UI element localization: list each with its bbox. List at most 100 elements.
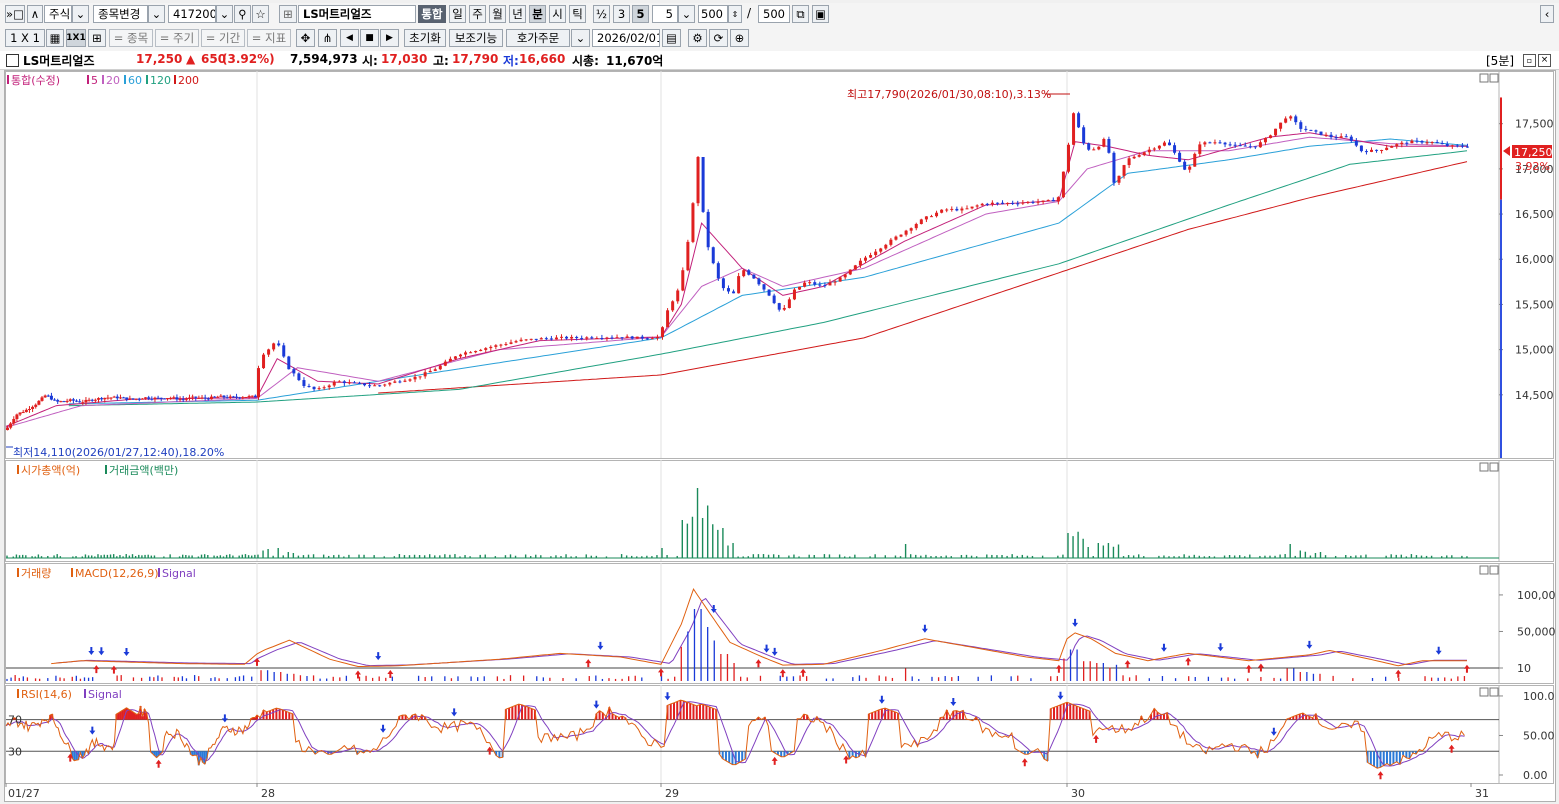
collapse-panel-button[interactable]: »□ [5,5,25,23]
legend-integrated: 통합(수정) [11,74,60,87]
candle-body [469,352,473,354]
market-select[interactable]: 주식 [44,5,72,23]
period-minute-button[interactable]: 분 [529,5,546,23]
date-input[interactable]: 2026/02/01 [592,29,660,47]
candle-body [65,400,69,402]
sell-arrow-icon [664,692,671,701]
refresh-icon[interactable]: ⟳ [709,29,728,47]
chevron-down-icon[interactable]: ⌄ [678,5,695,23]
candle-body [1142,152,1146,156]
sell-arrow-icon [451,708,458,717]
spinner-icon[interactable]: ⇕ [728,5,742,23]
half-button[interactable]: ½ [593,5,610,23]
candle-body [194,396,198,398]
candle-body [106,397,110,399]
move-icon[interactable]: ✥ [296,29,315,47]
candle-body [1117,175,1121,183]
candle-body [1168,142,1171,146]
close-icon[interactable]: × [1538,54,1551,67]
candle-body [1006,202,1010,204]
legend-swatch [84,689,86,698]
candle-body [9,423,13,428]
current-price: 17,250 [136,52,183,66]
candle-body [499,344,503,346]
chart-canvas: 17,50017,00016,50016,00015,50015,00014,5… [5,71,1559,800]
period-week-button[interactable]: 주 [469,5,486,23]
count-input[interactable]: 500 [698,5,728,23]
minute-value-input[interactable]: 5 [652,5,678,23]
interval-label: [5분] [1486,54,1515,68]
sell-arrow-icon [921,624,928,633]
candle-body [565,336,569,339]
period-tick-button[interactable]: 틱 [569,5,586,23]
period-day-button[interactable]: 일 [449,5,466,23]
chevron-down-icon[interactable]: ⌄ [72,5,89,23]
sell-arrow-icon [1306,640,1313,649]
add-window-icon[interactable]: ⧉ [792,5,809,23]
ma120-line [68,150,1468,407]
candle-body [225,397,229,399]
price-change-pct: (3.92%) [222,52,275,66]
candle-body [100,398,104,400]
search-icon[interactable]: ⚲ [234,5,251,23]
axes: 17,50017,00016,50016,00015,50015,00014,5… [5,97,1559,800]
candle-body [1324,134,1328,136]
sync-period-button[interactable]: = 주기 [155,29,199,47]
price-tick-label: 16,500 [1515,208,1554,221]
stop-icon[interactable]: ■ [360,29,379,47]
sync-indicator-button[interactable]: = 지표 [247,29,291,47]
zoom-icon[interactable]: ⋔ [318,29,337,47]
buy-arrow-icon [1055,664,1062,673]
count-separator: / [747,6,752,20]
chart-area[interactable]: 17,500 17,000 16,500 16,000 15,500 15,000 14,5… [4,70,1559,802]
calendar-icon[interactable]: ▤ [662,29,681,47]
layout-1x1-button[interactable]: 1X1 [66,29,86,47]
prev-icon[interactable]: ◀ [340,29,359,47]
sync-stock-button[interactable]: = 종목 [109,29,153,47]
minute-5-button[interactable]: 5 [632,5,649,23]
period-year-button[interactable]: 년 [509,5,526,23]
save-icon[interactable]: ▣ [812,5,829,23]
aux-function-button[interactable]: 보조기능 [449,29,503,47]
stock-code-input[interactable]: 417200 [168,5,216,23]
minute-3-button[interactable]: 3 [613,5,630,23]
candle-body [203,397,207,399]
candle-body [342,381,346,384]
grid-icon[interactable]: ▦ [46,29,64,47]
layout-select[interactable]: 1 X 1 [5,29,45,47]
reset-button[interactable]: 초기화 [404,29,446,47]
stock-change-select[interactable]: 종목변경 [93,5,148,23]
star-icon[interactable]: ☆ [252,5,269,23]
candle-body [813,282,817,285]
candle-body [945,209,949,211]
integrated-button[interactable]: 통합 [418,5,446,23]
candle-body [1319,131,1323,135]
maximize-icon[interactable]: ▫ [1523,54,1536,67]
sell-arrow-icon [89,726,96,735]
period-month-button[interactable]: 월 [489,5,506,23]
chevron-down-icon[interactable]: ⌄ [148,5,165,23]
order-button[interactable]: 호가주문 [506,29,570,47]
next-icon[interactable]: ▶ [380,29,399,47]
candle-body [1435,142,1439,144]
checkbox[interactable] [6,54,19,67]
candle-body [206,398,210,400]
candle-body [1299,122,1303,129]
candle-body [650,338,654,340]
up-arrow-button[interactable]: ∧ [27,5,43,23]
period-hour-button[interactable]: 시 [549,5,566,23]
globe-icon[interactable]: ⊕ [730,29,749,47]
chevron-down-icon[interactable]: ⌄ [571,29,590,47]
candle-body [554,337,558,340]
candle-body [1339,136,1343,138]
candle-body [1021,202,1025,204]
stock-list-icon[interactable]: ⊞ [279,5,297,23]
expand-arrow-button[interactable]: ‹ [1540,5,1554,23]
chevron-down-icon[interactable]: ⌄ [216,5,233,23]
candle-body [767,289,771,296]
table-icon[interactable]: ⊞ [88,29,106,47]
gear-icon[interactable]: ⚙ [688,29,707,47]
open-label: 시: [362,54,378,68]
sync-range-button[interactable]: = 기간 [201,29,245,47]
candle-body [1228,144,1232,146]
